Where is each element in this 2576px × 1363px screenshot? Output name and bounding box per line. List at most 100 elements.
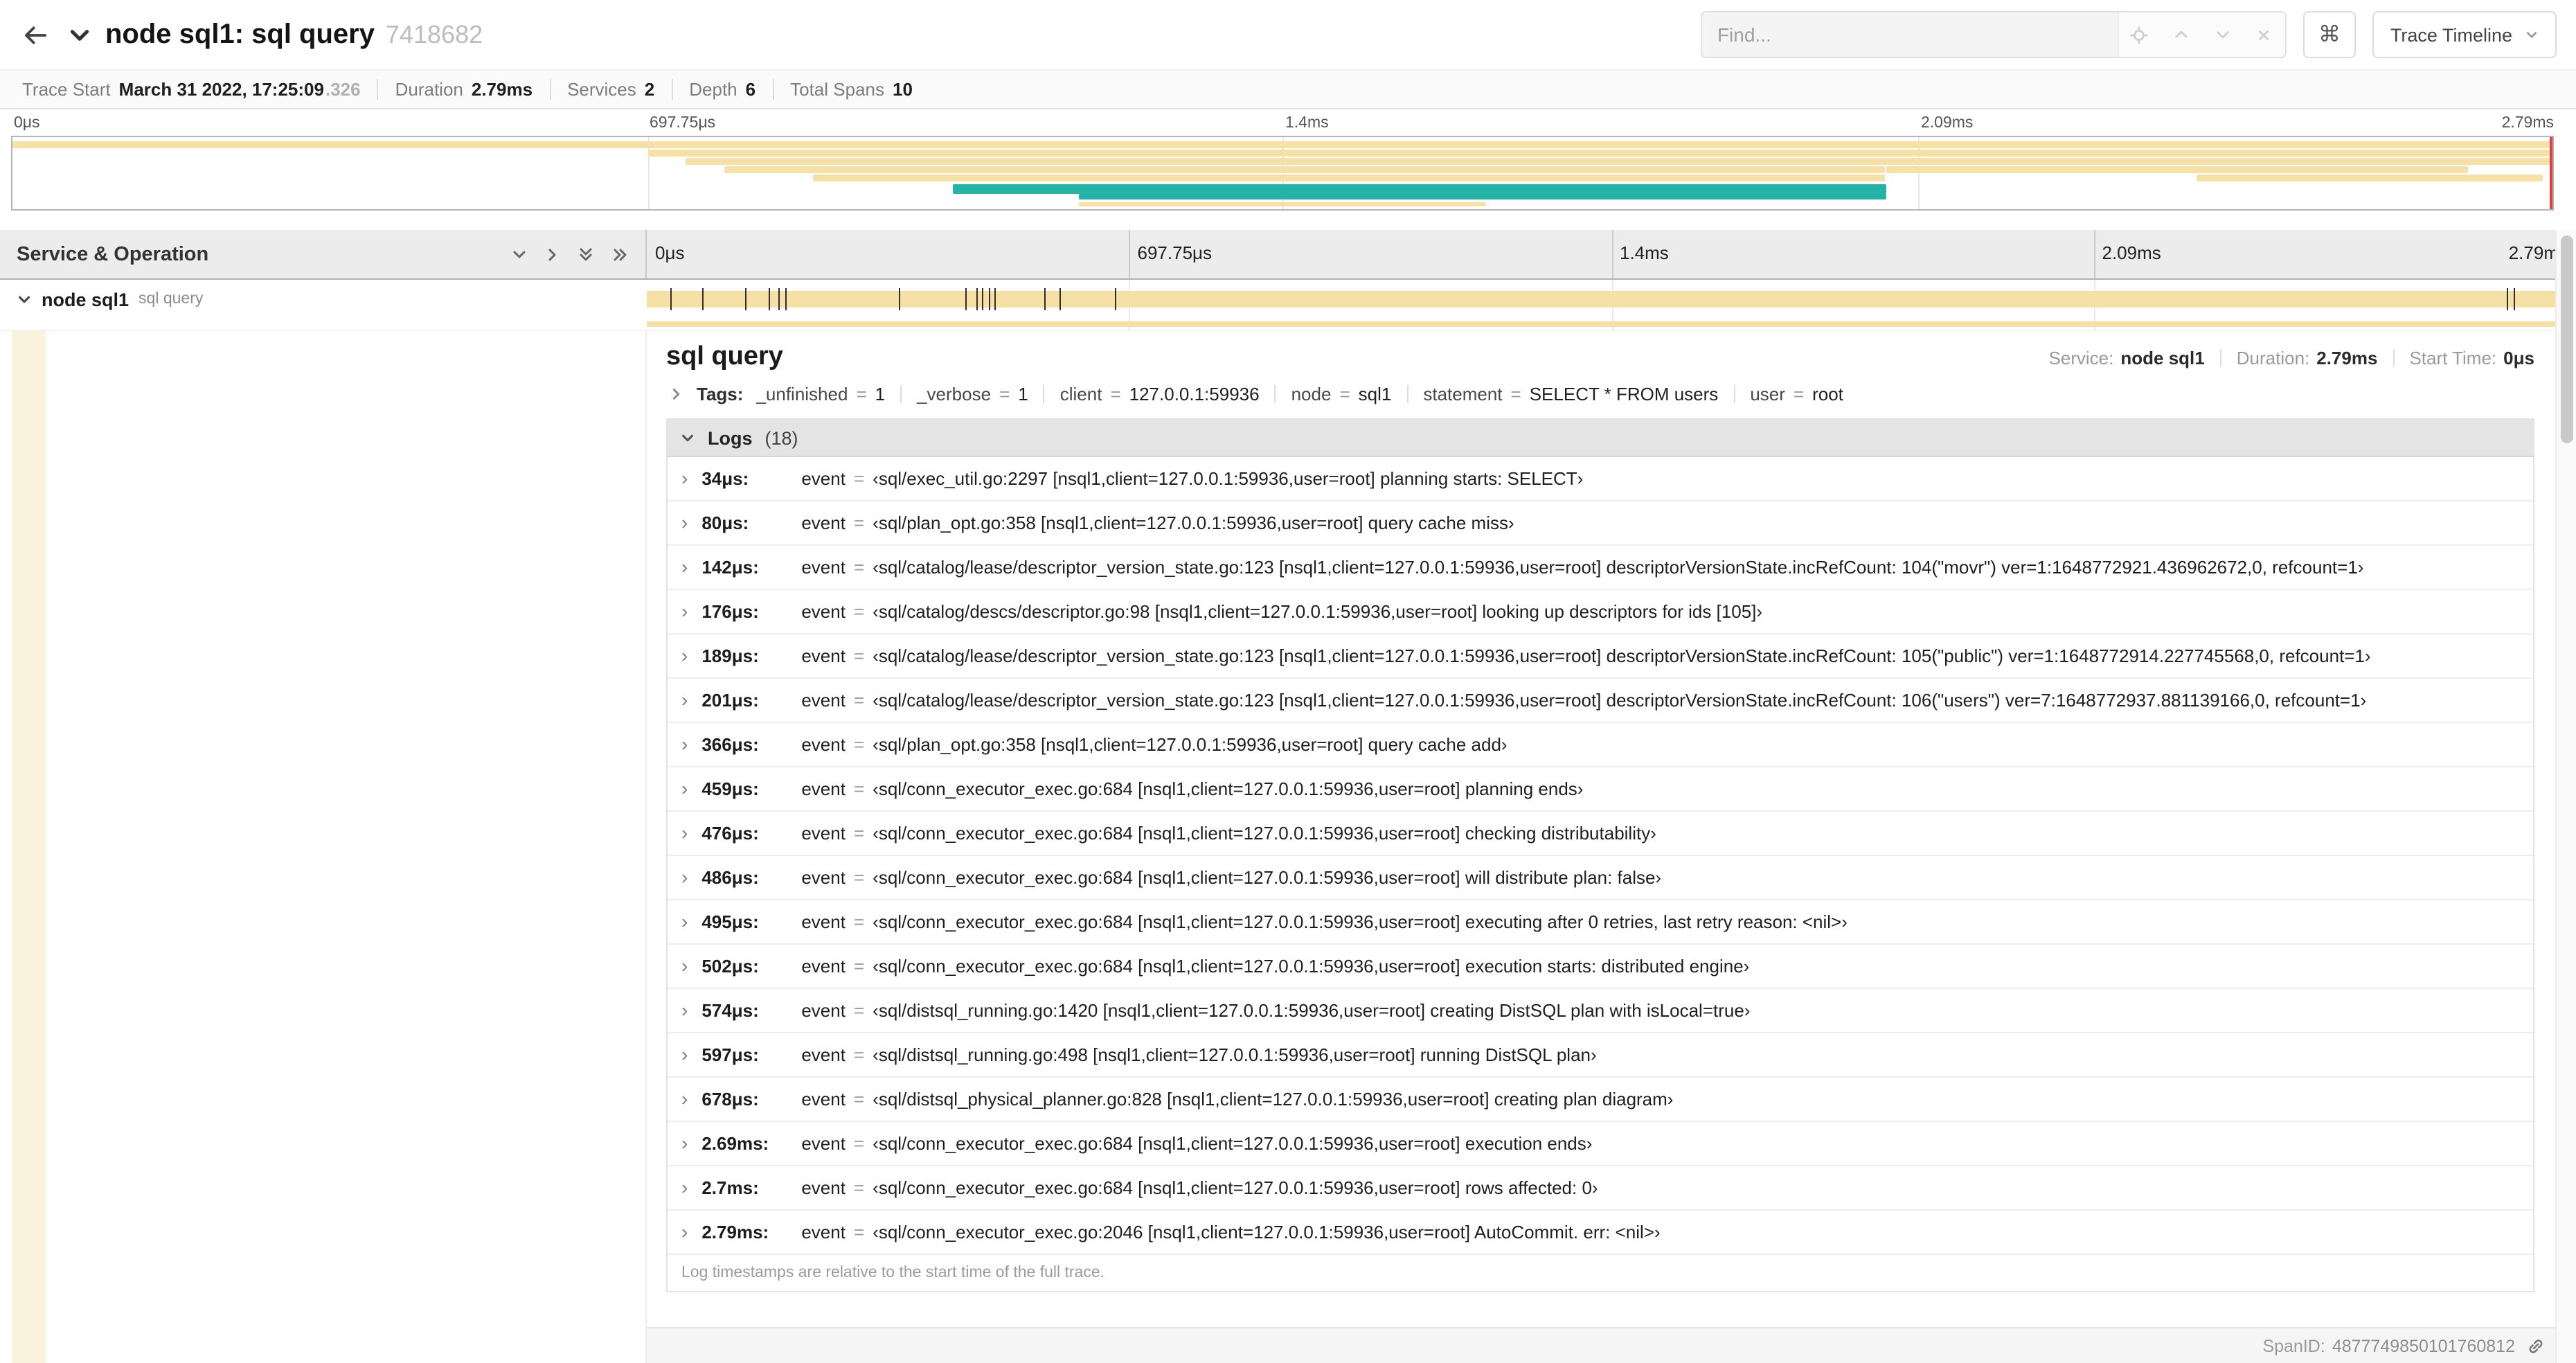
focus-icon[interactable]	[2119, 12, 2161, 57]
overview-value: 0μs	[2503, 348, 2534, 368]
log-entry[interactable]: › 574μs: event = ‹sql/distsql_running.go:142…	[668, 989, 2533, 1033]
clear-search-icon[interactable]	[2244, 12, 2285, 57]
vertical-scrollbar[interactable]	[2555, 230, 2576, 1363]
log-field-value: ‹sql/conn_executor_exec.go:684 [nsql1,cl…	[873, 823, 1656, 844]
log-entry[interactable]: › 80μs: event = ‹sql/plan_opt.go:358 [nsql1,…	[668, 501, 2533, 546]
summary-label: Depth	[689, 79, 737, 100]
summary-item: Depth 6	[671, 79, 772, 100]
chevron-down-icon	[2525, 28, 2539, 42]
log-entry[interactable]: › 597μs: event = ‹sql/distsql_running.go:498…	[668, 1033, 2533, 1078]
log-entry[interactable]: › 678μs: event = ‹sql/distsql_physical_plann…	[668, 1078, 2533, 1122]
view-mode-label: Trace Timeline	[2390, 24, 2512, 45]
log-marker-tick	[965, 288, 967, 310]
log-timestamp: 597μs:	[701, 1044, 759, 1065]
tag[interactable]: user = root	[1750, 384, 1843, 404]
view-mode-select[interactable]: Trace Timeline	[2372, 11, 2557, 58]
chevron-right-icon: ›	[681, 600, 688, 622]
tags-label: Tags:	[697, 384, 744, 404]
equals-sign: =	[853, 1133, 865, 1154]
tag-key: statement	[1423, 384, 1503, 404]
log-entry[interactable]: › 459μs: event = ‹sql/conn_executor_exec.go:…	[668, 767, 2533, 812]
summary-label: Total Spans	[790, 79, 884, 100]
log-entry[interactable]: › 476μs: event = ‹sql/conn_executor_exec.go:…	[668, 812, 2533, 856]
tag-key: _unfinished	[755, 384, 848, 404]
log-field-key: event	[801, 1133, 846, 1154]
equals-sign: =	[853, 645, 865, 666]
collapse-all-icon[interactable]	[578, 245, 594, 263]
log-field-key: event	[801, 867, 846, 888]
log-entry[interactable]: › 366μs: event = ‹sql/plan_opt.go:358 [nsql1…	[668, 723, 2533, 767]
overview-value: 2.79ms	[2316, 348, 2378, 368]
tag[interactable]: _verbose = 1	[917, 384, 1028, 404]
span-bar-area[interactable]	[647, 280, 2576, 319]
log-field-value: ‹sql/conn_executor_exec.go:684 [nsql1,cl…	[873, 1177, 1598, 1198]
log-field-value: ‹sql/conn_executor_exec.go:684 [nsql1,cl…	[873, 867, 1662, 888]
span-detail-head: sql query Service: node sql1 Duration: 2.79…	[666, 342, 2534, 373]
log-entry[interactable]: › 2.79ms: event = ‹sql/conn_executor_exec.go…	[668, 1211, 2533, 1255]
log-field-key: event	[801, 690, 846, 711]
minimap-span	[2197, 175, 2543, 181]
spanid-label: SpanID:	[2262, 1336, 2325, 1355]
collapse-one-icon[interactable]	[511, 246, 528, 262]
logs-count: (18)	[764, 427, 798, 448]
tags-row[interactable]: Tags: _unfinished = 1 _verbose = 1 client = 127.…	[669, 384, 2534, 404]
tag-key: _verbose	[917, 384, 992, 404]
log-timestamp: 176μs:	[701, 601, 759, 622]
log-entry[interactable]: › 2.69ms: event = ‹sql/conn_executor_exec.go…	[668, 1122, 2533, 1166]
summary-value: 2.79ms	[471, 79, 533, 100]
detail-strip-bar-area[interactable]	[647, 319, 2576, 330]
equals-sign: =	[853, 1044, 865, 1065]
minimap-end-marker[interactable]	[2550, 137, 2552, 209]
log-entry[interactable]: › 34μs: event = ‹sql/exec_util.go:2297 [nsql…	[668, 457, 2533, 501]
prev-result-icon[interactable]	[2161, 12, 2202, 57]
back-button[interactable]	[19, 19, 51, 51]
log-field-key: event	[801, 956, 846, 977]
tag[interactable]: node = sql1	[1291, 384, 1392, 404]
chevron-right-icon: ›	[681, 954, 688, 977]
log-entry[interactable]: › 486μs: event = ‹sql/conn_executor_exec.go:…	[668, 856, 2533, 900]
chevron-right-icon: ›	[681, 733, 688, 755]
log-marker-tick	[994, 288, 996, 310]
span-bar[interactable]	[647, 291, 2576, 308]
expand-all-icon[interactable]	[611, 246, 629, 262]
trace-summary: Trace Start March 31 2022, 17:25:09.326 Du…	[0, 69, 2576, 109]
log-entry[interactable]: › 189μs: event = ‹sql/catalog/lease/descript…	[668, 634, 2533, 679]
log-entry[interactable]: › 2.7ms: event = ‹sql/conn_executor_exec.go:…	[668, 1166, 2533, 1211]
chevron-right-icon: ›	[681, 1043, 688, 1065]
log-timestamp: 502μs:	[701, 956, 759, 977]
tag[interactable]: _unfinished = 1	[755, 384, 885, 404]
minimap-span	[724, 166, 1885, 173]
equals-sign: =	[999, 384, 1010, 404]
log-entry[interactable]: › 502μs: event = ‹sql/conn_executor_exec.go:…	[668, 945, 2533, 989]
tag[interactable]: client = 127.0.0.1:59936	[1060, 384, 1260, 404]
keyboard-shortcuts-button[interactable]: ⌘	[2302, 11, 2356, 58]
link-icon[interactable]	[2526, 1336, 2546, 1355]
scrollbar-thumb[interactable]	[2561, 235, 2573, 443]
span-row-name-cell[interactable]: node sql1 sql query	[0, 280, 647, 319]
log-entry[interactable]: › 201μs: event = ‹sql/catalog/lease/descript…	[668, 679, 2533, 723]
tag[interactable]: statement = SELECT * FROM users	[1423, 384, 1718, 404]
logs-header[interactable]: Logs (18)	[668, 420, 2533, 457]
trace-collapse-chevron-icon[interactable]	[68, 23, 91, 46]
log-field-value: ‹sql/conn_executor_exec.go:684 [nsql1,cl…	[873, 911, 1848, 932]
minimap-span	[812, 175, 1885, 181]
log-field-key: event	[801, 1000, 846, 1021]
separator	[2392, 349, 2395, 367]
log-text: event = ‹sql/catalog/lease/descriptor_vers…	[801, 645, 2370, 666]
log-field-value: ‹sql/distsql_physical_planner.go:828 [ns…	[873, 1089, 1674, 1110]
minimap-canvas[interactable]	[11, 136, 2554, 211]
next-result-icon[interactable]	[2202, 12, 2244, 57]
log-entry[interactable]: › 176μs: event = ‹sql/catalog/descs/descript…	[668, 590, 2533, 634]
log-entry[interactable]: › 142μs: event = ‹sql/catalog/lease/descript…	[668, 546, 2533, 590]
tag-separator	[1733, 385, 1735, 403]
equals-sign: =	[853, 1222, 865, 1242]
log-entry[interactable]: › 495μs: event = ‹sql/conn_executor_exec.go:…	[668, 900, 2533, 945]
tag-value: 127.0.0.1:59936	[1129, 384, 1260, 404]
log-timestamp: 34μs:	[701, 468, 749, 489]
log-field-key: event	[801, 468, 846, 489]
find-input[interactable]	[1701, 12, 2118, 57]
log-marker-tick	[778, 288, 780, 310]
spanid-bar: SpanID: 4877749850101760812	[647, 1327, 2576, 1363]
trace-header: node sql1: sql query 7418682 Find... ⌘ T…	[0, 0, 2576, 69]
expand-one-icon[interactable]	[544, 246, 561, 262]
